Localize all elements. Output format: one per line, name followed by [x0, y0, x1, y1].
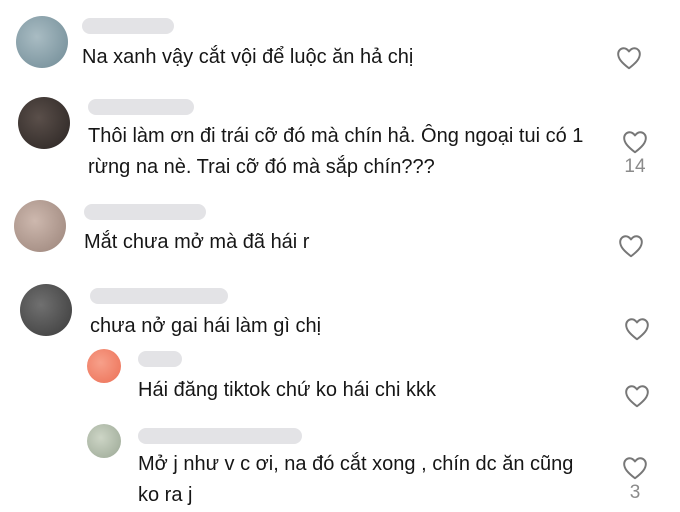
heart-outline-icon — [617, 47, 641, 70]
avatar[interactable] — [16, 16, 68, 68]
heart-outline-icon — [623, 457, 647, 480]
comment-text: Mắt chưa mở mà đã hái r — [84, 231, 310, 253]
avatar[interactable] — [87, 349, 121, 383]
reply-text: Mở j như v c ơi, na đó cắt xong , chín d… — [138, 453, 574, 506]
avatar[interactable] — [20, 284, 72, 336]
username-blurred[interactable] — [88, 99, 194, 115]
avatar[interactable] — [87, 424, 121, 458]
like-button[interactable] — [618, 234, 644, 260]
heart-outline-icon — [623, 131, 647, 154]
avatar[interactable] — [14, 200, 66, 252]
comment-text: Thôi làm ơn đi trái cỡ đó mà chín hả. Ôn… — [88, 125, 584, 178]
heart-outline-icon — [625, 385, 649, 408]
comment-text: chưa nở gai hái làm gì chị — [90, 315, 322, 337]
reply-text: Hái đăng tiktok chứ ko hái chi kkk — [138, 379, 436, 401]
like-button[interactable] — [624, 317, 650, 343]
heart-outline-icon — [625, 318, 649, 341]
username-blurred[interactable] — [82, 18, 174, 34]
username-blurred[interactable] — [84, 204, 206, 220]
username-blurred[interactable] — [90, 288, 228, 304]
heart-outline-icon — [619, 235, 643, 258]
like-count: 14 — [624, 156, 646, 177]
avatar[interactable] — [18, 97, 70, 149]
comment-text: Na xanh vậy cắt vội để luộc ăn hả chị — [82, 46, 414, 68]
like-button[interactable] — [616, 46, 642, 72]
like-button[interactable]: 3 — [622, 456, 648, 504]
username-blurred[interactable] — [138, 428, 302, 444]
like-button[interactable]: 14 — [622, 130, 648, 178]
username-blurred[interactable] — [138, 351, 182, 367]
like-button[interactable] — [624, 384, 650, 410]
like-count: 3 — [629, 482, 641, 503]
